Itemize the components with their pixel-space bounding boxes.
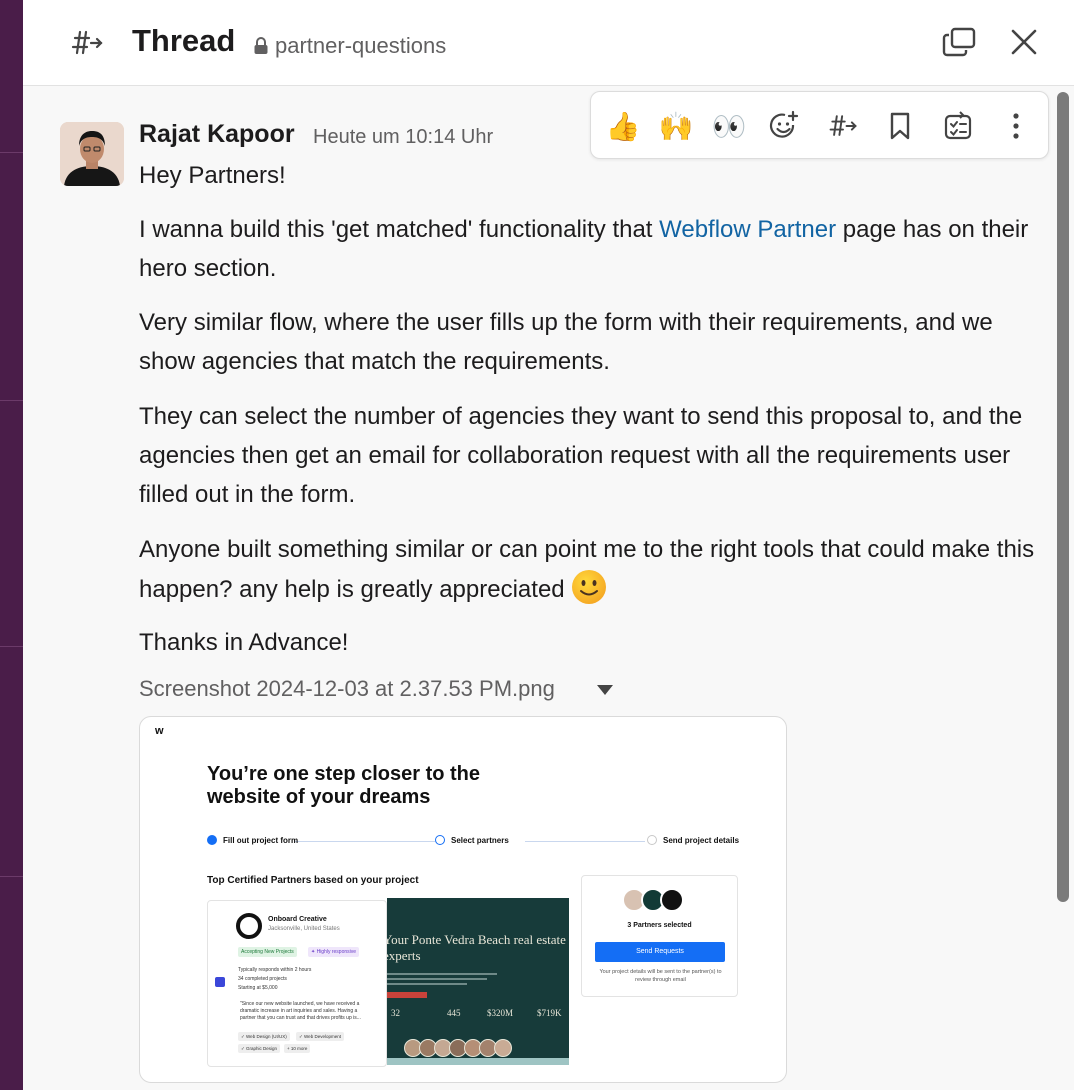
avatar	[660, 888, 684, 912]
scrollbar[interactable]	[1057, 92, 1069, 902]
partner-location: Jacksonville, United States	[268, 926, 340, 932]
message-paragraph: They can select the number of agencies t…	[139, 403, 1023, 508]
webflow-logo: w	[155, 725, 164, 737]
attachment-image-preview[interactable]: w You’re one step closer to the website …	[139, 716, 787, 1083]
message-paragraph: Very similar flow, where the user fills …	[139, 309, 993, 375]
forward-to-channel-icon	[829, 115, 857, 136]
message-greeting: Hey Partners!	[139, 162, 286, 189]
more-actions-icon	[1013, 113, 1019, 139]
message-paragraph: I wanna build this 'get matched' functio…	[139, 210, 1044, 288]
eyes-emoji: 👀	[711, 110, 747, 142]
partner-tag: Accepting New Projects	[238, 947, 297, 957]
thumbnail-stat: $320M	[487, 1008, 514, 1018]
preview-stepper: Fill out project form Select partners Se…	[207, 835, 747, 849]
preview-subheading: Top Certified Partners based on your pro…	[207, 875, 419, 886]
selected-count-label: 3 Partners selected	[627, 922, 692, 929]
channel-name[interactable]: partner-questions	[275, 33, 446, 59]
thumbnail-stat: 445	[447, 1008, 461, 1018]
sidebar-divider	[0, 152, 23, 153]
slightly-smiling-face-icon	[572, 570, 607, 604]
sidebar-divider	[0, 876, 23, 877]
raised-hands-emoji: 🙌	[658, 110, 694, 142]
webflow-partner-link[interactable]: Webflow Partner	[659, 216, 836, 243]
step-current-icon	[435, 835, 445, 845]
bookmark-icon	[890, 112, 910, 140]
partner-tag: ✦ Highly responsive	[308, 947, 360, 957]
step-label: Send project details	[663, 835, 740, 845]
avatar[interactable]	[60, 122, 124, 186]
attachment-filename[interactable]: Screenshot 2024-12-03 at 2.37.53 PM.png	[139, 676, 555, 702]
sidebar-divider	[0, 400, 23, 401]
thread-title: Thread	[132, 23, 236, 58]
step-connector	[295, 841, 435, 842]
step-1: Fill out project form	[207, 835, 298, 845]
partner-logo	[236, 913, 262, 939]
thumbnail-footer	[387, 1058, 569, 1065]
message-timestamp[interactable]: Heute um 10:14 Uhr	[313, 126, 493, 149]
selected-partner-avatars	[622, 888, 684, 914]
add-reaction-icon	[769, 110, 799, 138]
thumbnail-team-photos	[404, 1039, 512, 1059]
raised-hands-emoji-button[interactable]: 🙌	[656, 106, 696, 146]
step-2: Select partners	[435, 835, 509, 845]
partner-price: Starting at $5,000	[238, 985, 278, 991]
thumbsup-emoji-button[interactable]: 👍	[603, 106, 643, 146]
thread-header: Thread partner-questions	[23, 0, 1074, 86]
send-requests-button: Send Requests	[595, 942, 725, 962]
eyes-emoji-button[interactable]: 👀	[709, 106, 749, 146]
partner-skill-chip: ✓ Graphic Design	[238, 1044, 281, 1053]
forward-to-channel-button[interactable]	[823, 106, 863, 146]
step-complete-icon	[207, 835, 217, 845]
partner-card: Onboard Creative Jacksonville, United St…	[207, 900, 387, 1067]
thumbnail-text-lines	[387, 973, 497, 985]
partner-skill-chip: + 10 more	[284, 1044, 311, 1053]
thumbnail-stat: $719K	[537, 1008, 562, 1018]
popout-window-icon[interactable]	[941, 26, 977, 58]
preview-heading: You’re one step closer to the website of…	[207, 763, 481, 808]
message-author[interactable]: Rajat Kapoor	[139, 120, 295, 149]
lock-icon	[254, 37, 268, 54]
create-task-button[interactable]	[938, 106, 978, 146]
selected-partners-panel: 3 Partners selected Send Requests Your p…	[581, 875, 738, 997]
step-pending-icon	[647, 835, 657, 845]
bookmark-button[interactable]	[880, 106, 920, 146]
selected-note: Your project details will be sent to the…	[599, 969, 722, 983]
step-3: Send project details	[647, 835, 739, 845]
message-signoff: Thanks in Advance!	[139, 629, 349, 656]
partner-site-thumbnail: Your Ponte Vedra Beach real estate exper…	[387, 898, 569, 1065]
close-icon[interactable]	[1008, 26, 1040, 58]
thumbnail-cta	[387, 992, 427, 998]
message-paragraph: Anyone built something similar or can po…	[139, 530, 1044, 609]
more-actions-button[interactable]	[996, 106, 1036, 146]
team-photo	[494, 1039, 512, 1057]
thumbsup-emoji: 👍	[605, 110, 641, 142]
step-connector	[525, 841, 645, 842]
partner-skill-chip: ✓ Web Design (UI/UX)	[238, 1032, 290, 1041]
workspace-sidebar-edge	[0, 0, 23, 1090]
partner-name: Onboard Creative	[268, 916, 327, 923]
message-text: I wanna build this 'get matched' functio…	[139, 216, 660, 243]
partner-response-time: Typically responds within 2 hours	[238, 967, 312, 973]
message-actions-toolbar: 👍 🙌 👀	[590, 91, 1049, 159]
create-task-icon	[944, 111, 972, 140]
channel-forward-icon	[71, 30, 103, 55]
sidebar-divider	[0, 646, 23, 647]
add-reaction-button[interactable]	[764, 106, 804, 146]
partner-testimonial: "Since our new website launched, we have…	[240, 1001, 361, 1021]
caret-down-icon[interactable]	[596, 684, 614, 696]
partner-projects: 34 completed projects	[238, 976, 287, 982]
thumbnail-stat: 32	[391, 1008, 400, 1018]
thumbnail-title: Your Ponte Vedra Beach real estate exper…	[387, 932, 566, 963]
step-label: Fill out project form	[223, 835, 299, 845]
step-label: Select partners	[451, 835, 509, 845]
partner-checkbox	[215, 977, 225, 987]
partner-skill-chip: ✓ Web Development	[296, 1032, 344, 1041]
